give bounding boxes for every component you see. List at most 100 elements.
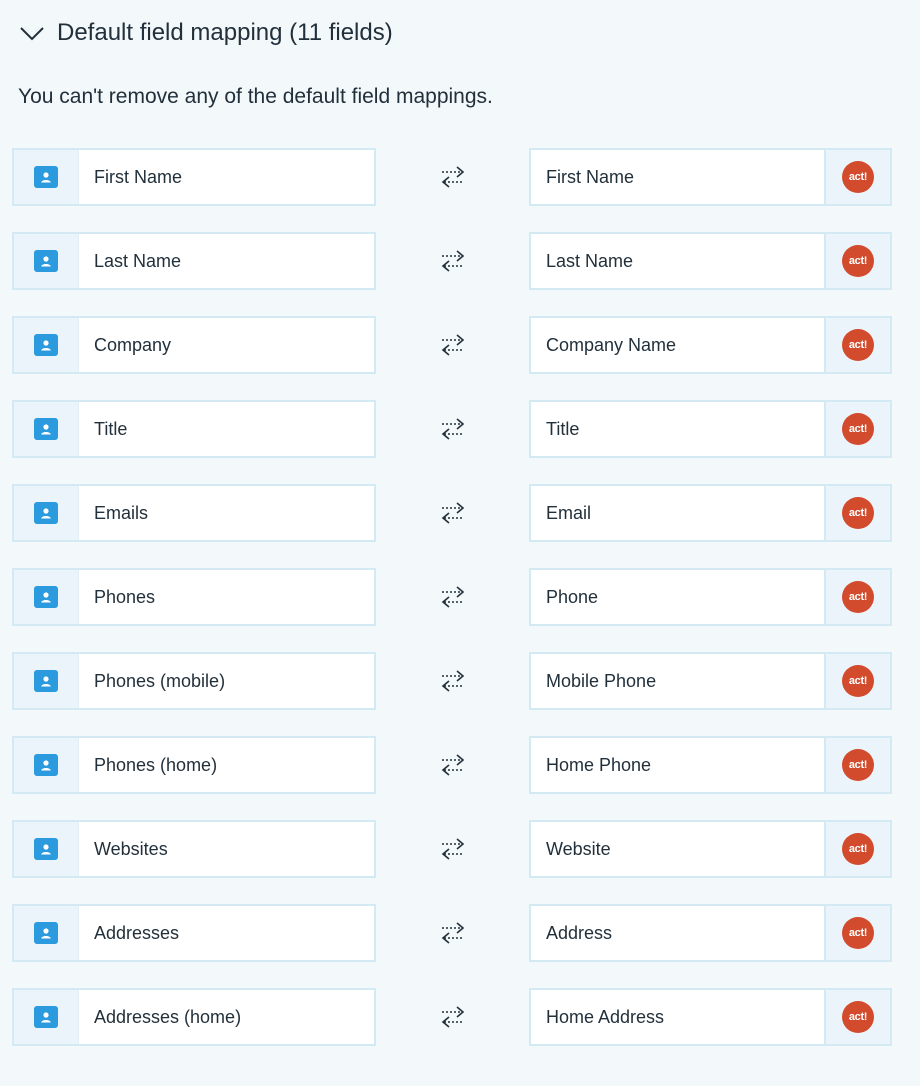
mapping-row: Emails Email act! (0, 484, 920, 542)
contact-card-icon (34, 922, 58, 944)
source-field: Phones (mobile) (12, 652, 376, 710)
target-field-label: Website (546, 838, 611, 859)
source-field-label: Emails (94, 502, 149, 523)
target-field: Mobile Phone act! (529, 652, 892, 710)
source-icon-cell (14, 150, 79, 204)
mapping-row: Phones (mobile) Mobile Phone act! (0, 652, 920, 710)
target-icon-cell: act! (824, 822, 890, 876)
mapping-row: Phones Phone act! (0, 568, 920, 626)
mapping-row: Title Title act! (0, 400, 920, 458)
mapping-row: Websites Website act! (0, 820, 920, 878)
mapping-row: Company Company Name act! (0, 316, 920, 374)
act-logo-icon: act! (842, 581, 874, 613)
two-way-sync-icon (438, 1003, 468, 1031)
contact-card-icon (34, 670, 58, 692)
source-icon-cell (14, 654, 79, 708)
target-field-label: Company Name (546, 334, 677, 355)
source-field-label: Last Name (94, 250, 182, 271)
act-logo-icon: act! (842, 833, 874, 865)
two-way-sync-icon (438, 919, 468, 947)
contact-card-icon (34, 838, 58, 860)
target-field-label: Address (546, 922, 613, 943)
act-logo-icon: act! (842, 497, 874, 529)
mapping-row: Phones (home) Home Phone act! (0, 736, 920, 794)
source-field: Emails (12, 484, 376, 542)
mapping-row: First Name First Name act! (0, 148, 920, 206)
source-field-label: Phones (94, 586, 156, 607)
target-icon-cell: act! (824, 234, 890, 288)
source-field-label: Addresses (home) (94, 1006, 242, 1027)
target-field-label: Phone (546, 586, 599, 607)
source-field-label: Company (94, 334, 172, 355)
contact-card-icon (34, 754, 58, 776)
target-field: Title act! (529, 400, 892, 458)
source-field: Title (12, 400, 376, 458)
target-field-label: Last Name (546, 250, 634, 271)
target-field-label: Home Address (546, 1006, 665, 1027)
target-field: Home Phone act! (529, 736, 892, 794)
target-field-label: First Name (546, 166, 635, 187)
act-logo-icon: act! (842, 245, 874, 277)
target-icon-cell: act! (824, 906, 890, 960)
source-field: Phones (home) (12, 736, 376, 794)
source-icon-cell (14, 738, 79, 792)
target-field-label: Home Phone (546, 754, 652, 775)
target-field: Last Name act! (529, 232, 892, 290)
two-way-sync-icon (438, 415, 468, 443)
contact-card-icon (34, 502, 58, 524)
target-field-label: Email (546, 502, 592, 523)
mapping-row: Addresses (home) Home Address act! (0, 988, 920, 1046)
source-field: Last Name (12, 232, 376, 290)
target-icon-cell: act! (824, 486, 890, 540)
target-field: First Name act! (529, 148, 892, 206)
target-field: Email act! (529, 484, 892, 542)
target-icon-cell: act! (824, 402, 890, 456)
mapping-row: Addresses Address act! (0, 904, 920, 962)
act-logo-icon: act! (842, 413, 874, 445)
contact-card-icon (34, 1006, 58, 1028)
source-icon-cell (14, 234, 79, 288)
source-icon-cell (14, 906, 79, 960)
section-title: Default field mapping (11 fields) (57, 19, 393, 46)
two-way-sync-icon (438, 751, 468, 779)
contact-card-icon (34, 418, 58, 440)
default-field-mapping-toggle[interactable]: Default field mapping (11 fields) (18, 16, 393, 50)
contact-card-icon (34, 334, 58, 356)
act-logo-icon: act! (842, 161, 874, 193)
source-icon-cell (14, 402, 79, 456)
source-icon-cell (14, 822, 79, 876)
two-way-sync-icon (438, 583, 468, 611)
source-icon-cell (14, 570, 79, 624)
two-way-sync-icon (438, 667, 468, 695)
two-way-sync-icon (438, 331, 468, 359)
act-logo-icon: act! (842, 749, 874, 781)
section-note: You can't remove any of the default fiel… (18, 85, 493, 108)
target-icon-cell: act! (824, 150, 890, 204)
source-field-label: Addresses (94, 922, 180, 943)
source-field-label: Phones (mobile) (94, 670, 226, 691)
mapping-list: First Name First Name act! Last Name Las… (0, 148, 920, 1072)
contact-card-icon (34, 166, 58, 188)
target-icon-cell: act! (824, 738, 890, 792)
act-logo-icon: act! (842, 665, 874, 697)
two-way-sync-icon (438, 835, 468, 863)
source-field: Addresses (12, 904, 376, 962)
act-logo-icon: act! (842, 329, 874, 361)
source-field: Phones (12, 568, 376, 626)
target-field: Address act! (529, 904, 892, 962)
source-field: Company (12, 316, 376, 374)
source-icon-cell (14, 318, 79, 372)
two-way-sync-icon (438, 499, 468, 527)
target-icon-cell: act! (824, 318, 890, 372)
target-field: Company Name act! (529, 316, 892, 374)
two-way-sync-icon (438, 247, 468, 275)
act-logo-icon: act! (842, 1001, 874, 1033)
target-icon-cell: act! (824, 990, 890, 1044)
target-icon-cell: act! (824, 570, 890, 624)
target-field-label: Mobile Phone (546, 670, 657, 691)
source-field-label: Websites (94, 838, 168, 859)
act-logo-icon: act! (842, 917, 874, 949)
source-icon-cell (14, 486, 79, 540)
source-field-label: Phones (home) (94, 754, 218, 775)
chevron-down-icon (20, 27, 44, 41)
